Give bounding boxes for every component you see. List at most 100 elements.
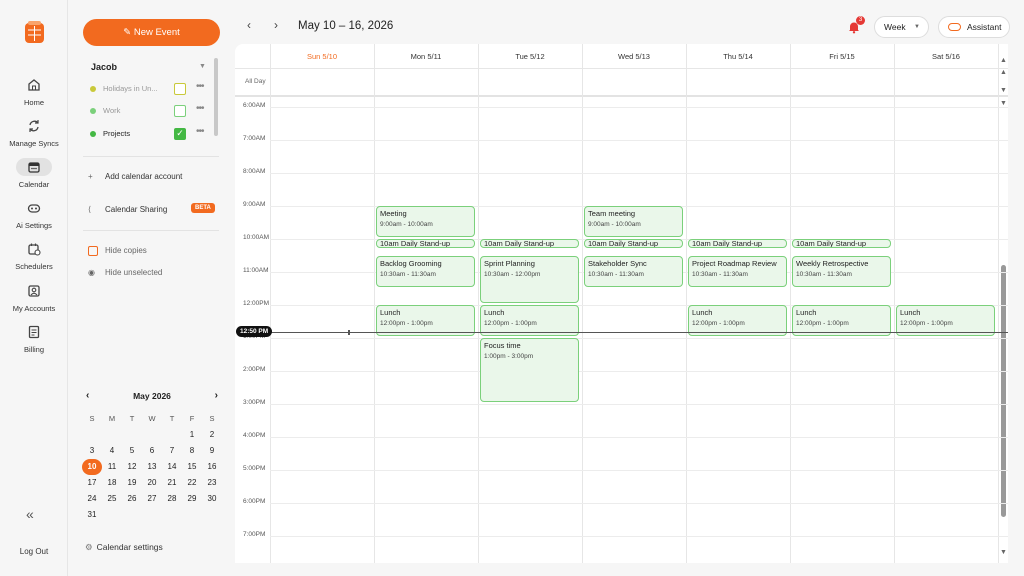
rail-schedulers[interactable]: Schedulers [0, 240, 68, 271]
calendar-sharing-link[interactable]: ⟨ Calendar Sharing [88, 205, 167, 214]
hide-copies-toggle[interactable]: Hide copies [88, 246, 147, 256]
day-header[interactable]: Thu 5/14 [686, 52, 790, 64]
mini-calendar-day[interactable]: 13 [142, 459, 162, 475]
sidebar-scrollbar[interactable] [214, 58, 218, 136]
assistant-button[interactable]: Assistant [938, 16, 1010, 38]
scroll-down-icon[interactable]: ▼ [1000, 87, 1007, 94]
calendar-event[interactable]: 10am Daily Stand-up [480, 239, 579, 248]
calendar-event[interactable]: Weekly Retrospective 10:30am - 11:30am [792, 255, 891, 287]
event-time: 10:30am - 11:30am [588, 270, 644, 278]
collapse-sidebar-icon[interactable]: « [26, 506, 34, 522]
calendar-event[interactable]: Meeting 9:00am - 10:00am [376, 206, 475, 237]
day-header[interactable]: Sat 5/16 [894, 52, 998, 64]
logout-button[interactable]: Log Out [0, 547, 68, 556]
mini-calendar-day[interactable]: 31 [82, 507, 102, 523]
mini-calendar-day[interactable]: 16 [202, 459, 222, 475]
rail-manage-syncs[interactable]: Manage Syncs [0, 117, 68, 148]
calendar-item-holidays[interactable]: Holidays in Un... ••• [90, 80, 210, 96]
calendar-item-work[interactable]: Work ••• [90, 102, 210, 118]
calendar-scrollbar[interactable] [1001, 265, 1006, 517]
mini-calendar-day[interactable]: 18 [102, 475, 122, 491]
mini-calendar-day[interactable]: 7 [162, 443, 182, 459]
mini-calendar-day[interactable]: 25 [102, 491, 122, 507]
rail-billing-label: Billing [23, 345, 44, 354]
calendar-event[interactable]: Focus time 1:00pm - 3:00pm [480, 338, 579, 402]
mini-calendar-day[interactable]: 2 [202, 427, 222, 443]
rail-billing[interactable]: Billing [0, 323, 68, 354]
calendar-event[interactable]: 10am Daily Stand-up [584, 239, 683, 248]
mini-calendar-day[interactable]: 6 [142, 443, 162, 459]
mini-calendar-day[interactable]: 9 [202, 443, 222, 459]
mini-calendar-day[interactable]: 26 [122, 491, 142, 507]
calendar-event[interactable]: Sprint Planning 10:30am - 12:00pm [480, 255, 579, 303]
all-day-row[interactable] [235, 69, 1008, 97]
day-header[interactable]: Mon 5/11 [374, 52, 478, 64]
mini-calendar-day[interactable]: 14 [162, 459, 182, 475]
chevron-left-icon[interactable]: ‹ [247, 18, 251, 32]
mini-calendar-day[interactable]: 11 [102, 459, 122, 475]
day-header[interactable]: Wed 5/13 [582, 52, 686, 64]
day-header[interactable]: Fri 5/15 [790, 52, 894, 64]
mini-calendar-day[interactable]: 19 [122, 475, 142, 491]
account-name[interactable]: Jacob [91, 62, 117, 72]
new-event-label: New Event [133, 27, 180, 38]
day-column-divider [374, 44, 375, 563]
calendar-checkbox[interactable] [174, 105, 186, 117]
view-select[interactable]: Week ▼ [874, 16, 929, 38]
day-header[interactable]: Tue 5/12 [478, 52, 582, 64]
calendar-event[interactable]: 10am Daily Stand-up [792, 239, 891, 248]
caret-down-icon[interactable]: ▼ [199, 63, 206, 70]
rail-home[interactable]: Home [0, 76, 68, 107]
calendar-event[interactable]: 10am Daily Stand-up [688, 239, 787, 248]
mini-calendar-day[interactable]: 8 [182, 443, 202, 459]
calendar-checkbox-checked[interactable]: ✓ [174, 128, 186, 140]
calendar-event[interactable]: Project Roadmap Review 10:30am - 11:30am [688, 255, 787, 287]
mini-calendar-day[interactable]: 28 [162, 491, 182, 507]
mini-calendar-day[interactable]: 5 [122, 443, 142, 459]
mini-calendar-day[interactable]: 4 [102, 443, 122, 459]
add-calendar-account-link[interactable]: + Add calendar account [88, 172, 182, 181]
calendar-event[interactable]: Stakeholder Sync 10:30am - 11:30am [584, 255, 683, 287]
notification-badge: 3 [856, 16, 865, 25]
event-title: Backlog Grooming [380, 258, 442, 268]
chevron-right-icon[interactable]: › [274, 18, 278, 32]
calendar-checkbox[interactable] [174, 83, 186, 95]
calendar-settings-link[interactable]: ⚙ Calendar settings [85, 542, 163, 553]
scroll-up-icon[interactable]: ▲ [1000, 57, 1007, 64]
mini-calendar-day[interactable]: 17 [82, 475, 102, 491]
calendar-event[interactable]: 10am Daily Stand-up [376, 239, 475, 248]
mini-calendar-day[interactable]: 15 [182, 459, 202, 475]
mini-calendar-day[interactable]: 10 [82, 459, 102, 475]
mini-calendar-day[interactable]: 21 [162, 475, 182, 491]
scroll-down-icon[interactable]: ▼ [1000, 549, 1007, 556]
chevron-right-icon[interactable]: › [215, 388, 218, 404]
rail-calendar[interactable]: Calendar [0, 158, 68, 189]
more-options-icon[interactable]: ••• [196, 125, 204, 139]
calendar-event[interactable]: Backlog Grooming 10:30am - 11:30am [376, 255, 475, 287]
rail-ai-settings[interactable]: Ai Settings [0, 199, 68, 230]
mini-calendar-day[interactable]: 24 [82, 491, 102, 507]
chevron-left-icon[interactable]: ‹ [86, 388, 89, 404]
mini-calendar-day[interactable]: 20 [142, 475, 162, 491]
new-event-button[interactable]: ✎ New Event [83, 19, 220, 46]
scroll-up-icon[interactable]: ▲ [1000, 69, 1007, 76]
mini-calendar-day[interactable]: 22 [182, 475, 202, 491]
rail-my-accounts[interactable]: My Accounts [0, 282, 68, 313]
mini-calendar-day[interactable]: 27 [142, 491, 162, 507]
event-time: 12:00pm - 1:00pm [900, 320, 953, 327]
mini-calendar-day[interactable]: 30 [202, 491, 222, 507]
day-header[interactable]: Sun 5/10 [270, 52, 374, 64]
mini-calendar-day[interactable]: 29 [182, 491, 202, 507]
mini-calendar-day[interactable]: 3 [82, 443, 102, 459]
mini-calendar-day[interactable]: 12 [122, 459, 142, 475]
mini-calendar-day[interactable]: 1 [182, 427, 202, 443]
calendar-event[interactable]: Team meeting 9:00am - 10:00am [584, 206, 683, 237]
hide-unselected-toggle[interactable]: ◉ Hide unselected [88, 268, 162, 277]
hide-copies-checkbox[interactable] [88, 246, 98, 256]
rail-schedulers-label: Schedulers [15, 262, 53, 271]
assistant-label: Assistant [967, 22, 1002, 32]
more-options-icon[interactable]: ••• [196, 80, 204, 94]
calendar-item-projects[interactable]: Projects ✓ ••• [90, 125, 210, 141]
mini-calendar-day[interactable]: 23 [202, 475, 222, 491]
more-options-icon[interactable]: ••• [196, 102, 204, 116]
